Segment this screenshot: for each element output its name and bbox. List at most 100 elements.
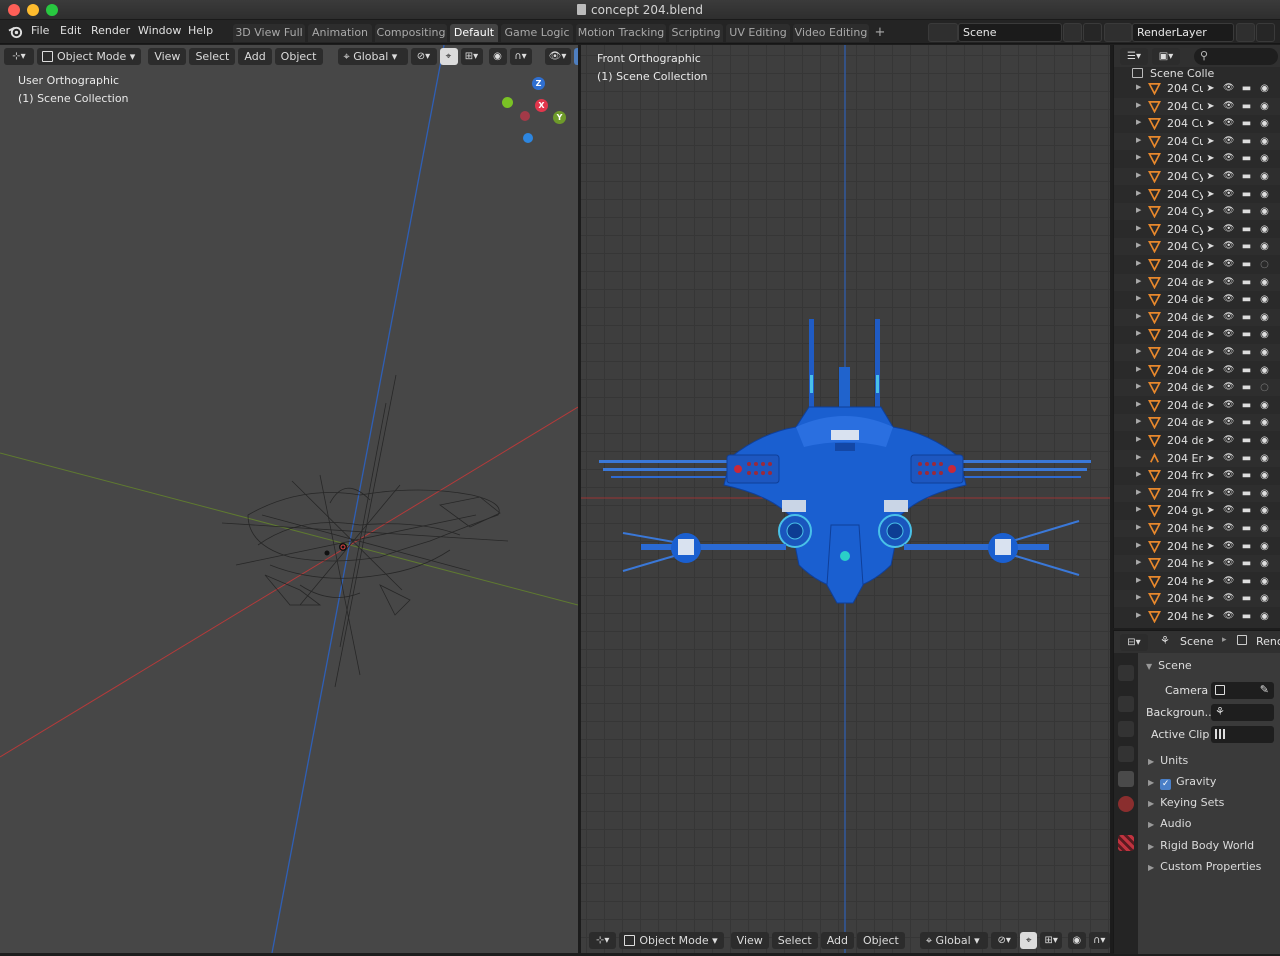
render-camera-icon[interactable]: ◉ (1259, 83, 1270, 94)
viewport-disable-icon[interactable]: ▬ (1241, 118, 1252, 129)
select-toggle-icon[interactable]: ➤ (1205, 277, 1216, 288)
viewport-disable-icon[interactable]: ▬ (1241, 83, 1252, 94)
viewport-disable-icon[interactable]: ▬ (1241, 611, 1252, 622)
expand-arrow-icon[interactable]: ▶ (1136, 365, 1141, 373)
expand-arrow-icon[interactable]: ▶ (1136, 382, 1141, 390)
new-scene-icon[interactable] (1063, 23, 1082, 42)
viewport-disable-icon[interactable]: ▬ (1241, 365, 1252, 376)
visibility-eye-icon[interactable]: 👁 (1223, 435, 1234, 446)
menu-edit[interactable]: Edit (60, 24, 81, 37)
new-view-layer-icon[interactable] (1236, 23, 1255, 42)
outliner-item[interactable]: ▶ 204 he ➤ 👁 ▬ ◉ (1114, 555, 1280, 573)
select-toggle-icon[interactable]: ➤ (1205, 312, 1216, 323)
viewport-disable-icon[interactable]: ▬ (1241, 435, 1252, 446)
keying-sets-panel[interactable]: ▶ Keying Sets (1148, 796, 1224, 809)
outliner-item[interactable]: ▶ 204 Cu ➤ 👁 ▬ ◉ (1114, 132, 1280, 150)
expand-arrow-icon[interactable]: ▶ (1136, 593, 1141, 601)
expand-arrow-icon[interactable]: ▶ (1136, 153, 1141, 161)
menu-help[interactable]: Help (188, 24, 213, 37)
viewport-disable-icon[interactable]: ▬ (1241, 541, 1252, 552)
outliner-item[interactable]: ▶ 204 Cy ➤ 👁 ▬ ◉ (1114, 238, 1280, 256)
audio-panel[interactable]: ▶ Audio (1148, 817, 1191, 830)
render-camera-icon[interactable]: ◉ (1259, 171, 1270, 182)
tab-animation[interactable]: Animation (308, 24, 372, 42)
expand-arrow-icon[interactable]: ▶ (1136, 241, 1141, 249)
select-toggle-icon[interactable]: ➤ (1205, 83, 1216, 94)
expand-arrow-icon[interactable]: ▶ (1136, 470, 1141, 478)
visibility-eye-icon[interactable]: 👁 (1223, 382, 1234, 393)
render-camera-icon[interactable]: ◉ (1259, 101, 1270, 112)
expand-arrow-icon[interactable]: ▶ (1136, 83, 1141, 91)
menu-render[interactable]: Render (91, 24, 130, 37)
menu-window[interactable]: Window (138, 24, 181, 37)
visibility-eye-icon[interactable]: 👁 (1223, 541, 1234, 552)
proportional-edit-icon[interactable]: ◉ (488, 47, 507, 65)
outliner-item[interactable]: ▶ 204 Cy ➤ 👁 ▬ ◉ (1114, 186, 1280, 203)
add-menu[interactable]: Add (820, 931, 855, 949)
tab-scripting[interactable]: Scripting (669, 24, 723, 42)
outliner-item[interactable]: ▶ 204 Cu ➤ 👁 ▬ ◉ (1114, 115, 1280, 132)
pivot-point-icon[interactable]: ⊘▾ (991, 931, 1017, 949)
viewport-disable-icon[interactable]: ▬ (1241, 453, 1252, 464)
render-camera-icon[interactable]: ◉ (1259, 400, 1270, 411)
viewport-disable-icon[interactable]: ▬ (1241, 259, 1252, 270)
outliner-item[interactable]: ▶ 204 gu ➤ 👁 ▬ ◉ (1114, 502, 1280, 519)
scene-browse-icon[interactable] (928, 23, 958, 42)
viewport-disable-icon[interactable]: ▬ (1241, 136, 1252, 147)
render-camera-icon[interactable]: ◉ (1259, 294, 1270, 305)
visibility-eye-icon[interactable]: 👁 (1223, 259, 1234, 270)
object-menu[interactable]: Object (857, 931, 905, 949)
select-toggle-icon[interactable]: ➤ (1205, 241, 1216, 252)
outliner-search-input[interactable]: ⚲ (1194, 48, 1278, 65)
delete-view-layer-icon[interactable] (1256, 23, 1275, 42)
visibility-eye-icon[interactable]: 👁 (1223, 101, 1234, 112)
select-toggle-icon[interactable]: ➤ (1205, 153, 1216, 164)
expand-arrow-icon[interactable]: ▶ (1136, 400, 1141, 408)
expand-arrow-icon[interactable]: ▶ (1136, 277, 1141, 285)
select-toggle-icon[interactable]: ➤ (1205, 347, 1216, 358)
view-menu[interactable]: View (148, 47, 187, 65)
select-toggle-icon[interactable]: ➤ (1205, 400, 1216, 411)
visibility-eye-icon[interactable]: 👁 (1223, 488, 1234, 499)
visibility-eye-icon[interactable]: 👁 (1223, 224, 1234, 235)
visibility-eye-icon[interactable]: 👁 (1223, 611, 1234, 622)
gravity-checkbox[interactable]: ✓ (1160, 779, 1172, 790)
viewport-disable-icon[interactable]: ▬ (1241, 189, 1252, 200)
select-toggle-icon[interactable]: ➤ (1205, 171, 1216, 182)
select-toggle-icon[interactable]: ➤ (1205, 576, 1216, 587)
expand-arrow-icon[interactable]: ▶ (1136, 505, 1141, 513)
render-camera-icon[interactable]: ○ (1259, 259, 1270, 270)
outliner-item[interactable]: ▶ 204 Cy ➤ 👁 ▬ ◉ (1114, 203, 1280, 221)
snap-target-icon[interactable]: ⊞▾ (460, 47, 483, 65)
select-toggle-icon[interactable]: ➤ (1205, 417, 1216, 428)
texture-tab-icon[interactable] (1118, 835, 1134, 851)
gizmo-neg-z-icon[interactable] (523, 133, 533, 143)
outliner-item[interactable]: ▶ 204 de ➤ 👁 ▬ ○ (1114, 379, 1280, 397)
expand-arrow-icon[interactable]: ▶ (1136, 206, 1141, 214)
visibility-eye-icon[interactable]: 👁 (1223, 417, 1234, 428)
select-toggle-icon[interactable]: ➤ (1205, 382, 1216, 393)
render-camera-icon[interactable]: ◉ (1259, 558, 1270, 569)
select-toggle-icon[interactable]: ➤ (1205, 488, 1216, 499)
add-workspace-icon[interactable]: + (872, 24, 888, 42)
visibility-eye-icon[interactable]: 👁 (1223, 118, 1234, 129)
snap-toggle-icon[interactable]: ⌖ (439, 47, 458, 65)
render-camera-icon[interactable]: ◉ (1259, 470, 1270, 481)
object-mode-dropdown[interactable]: Object Mode ▾ (619, 931, 724, 949)
transform-orientation-dropdown[interactable]: ⌖ Global ▾ (337, 47, 408, 65)
gizmo-x-icon[interactable]: X (535, 99, 548, 112)
expand-arrow-icon[interactable]: ▶ (1136, 329, 1141, 337)
render-camera-icon[interactable]: ◉ (1259, 435, 1270, 446)
tab-game-logic[interactable]: Game Logic (501, 24, 573, 42)
output-tab-icon[interactable] (1118, 721, 1134, 737)
tab-compositing[interactable]: Compositing (375, 24, 447, 42)
visibility-eye-icon[interactable]: 👁 (1223, 189, 1234, 200)
viewport-disable-icon[interactable]: ▬ (1241, 171, 1252, 182)
view-menu[interactable]: View (730, 931, 769, 949)
viewport-disable-icon[interactable]: ▬ (1241, 224, 1252, 235)
select-toggle-icon[interactable]: ➤ (1205, 505, 1216, 516)
render-camera-icon[interactable]: ◉ (1259, 365, 1270, 376)
visibility-eye-icon[interactable]: 👁 (1223, 347, 1234, 358)
render-camera-icon[interactable]: ◉ (1259, 241, 1270, 252)
select-menu[interactable]: Select (771, 931, 818, 949)
